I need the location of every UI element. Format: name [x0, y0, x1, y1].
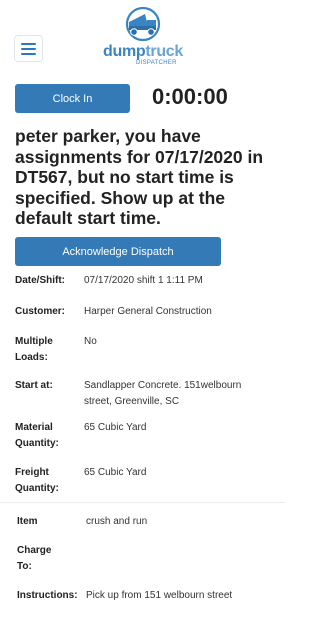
date-shift-value: 07/17/2020 shift 1 1:11 PM: [84, 275, 203, 286]
dumptruck-logo: dumptruck DISPATCHER: [100, 6, 186, 66]
acknowledge-dispatch-button[interactable]: Acknowledge Dispatch: [15, 237, 221, 266]
extra-details-panel: Item crush and run Charge To: Instructio…: [0, 502, 286, 640]
item-value: crush and run: [86, 516, 148, 527]
customer-label: Customer:: [15, 306, 66, 317]
multiple-loads-label: Multiple Loads:: [15, 336, 53, 363]
start-at-label: Start at:: [15, 380, 53, 391]
material-quantity-label: Material Quantity:: [15, 422, 59, 449]
charge-to-label: Charge To:: [17, 545, 52, 572]
logo-subtitle: DISPATCHER: [136, 60, 177, 66]
menu-icon: [21, 42, 36, 45]
start-at-value: Sandlapper Concrete. 151welbourn street,…: [84, 380, 242, 407]
clock-in-button[interactable]: Clock In: [15, 84, 130, 113]
clock-timer: 0:00:00: [152, 84, 228, 109]
logo-wordmark: dumptruck: [103, 43, 183, 60]
app-header: dumptruck DISPATCHER: [0, 0, 286, 74]
customer-value: Harper General Construction: [84, 306, 212, 317]
date-shift-label: Date/Shift:: [15, 275, 65, 286]
freight-quantity-value: 65 Cubic Yard: [84, 467, 147, 478]
dump-truck-icon: [125, 6, 161, 42]
freight-quantity-label: Freight Quantity:: [15, 467, 59, 494]
item-label: Item: [17, 516, 38, 527]
hamburger-menu-button[interactable]: [14, 35, 43, 62]
instructions-label: Instructions:: [17, 590, 78, 601]
assignment-message: peter parker, you have assignments for 0…: [15, 126, 264, 228]
instructions-value: Pick up from 151 welbourn street: [86, 590, 233, 601]
material-quantity-value: 65 Cubic Yard: [84, 422, 147, 433]
multiple-loads-value: No: [84, 336, 97, 347]
